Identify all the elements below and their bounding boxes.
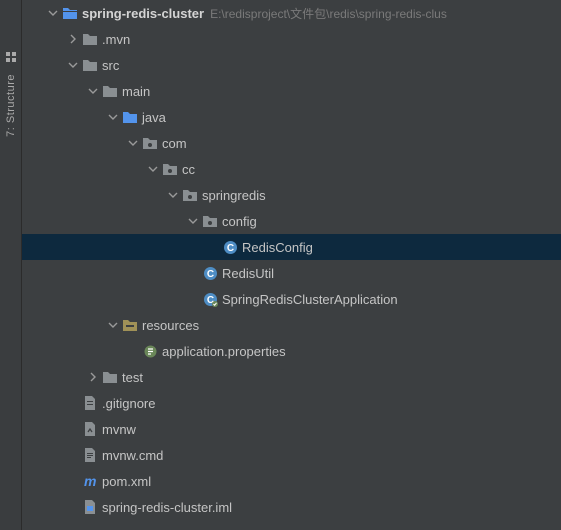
node-label: mvnw.cmd xyxy=(102,448,169,463)
text-file-icon xyxy=(82,447,98,463)
module-file-icon xyxy=(82,499,98,515)
structure-tab-icon[interactable] xyxy=(4,50,18,64)
node-label: RedisUtil xyxy=(222,266,280,281)
tree-row-com[interactable]: com xyxy=(22,130,561,156)
tree-row-test[interactable]: test xyxy=(22,364,561,390)
package-icon xyxy=(202,213,218,229)
chevron-down-icon[interactable] xyxy=(86,84,100,98)
tree-row-cc[interactable]: cc xyxy=(22,156,561,182)
chevron-down-icon[interactable] xyxy=(166,188,180,202)
package-icon xyxy=(182,187,198,203)
node-label: SpringRedisClusterApplication xyxy=(222,292,404,307)
folder-icon xyxy=(102,369,118,385)
java-class-icon: C xyxy=(222,239,238,255)
node-label: main xyxy=(122,84,156,99)
chevron-down-icon[interactable] xyxy=(106,318,120,332)
tree-row-pom[interactable]: m pom.xml xyxy=(22,468,561,494)
tree-row-gitignore[interactable]: .gitignore xyxy=(22,390,561,416)
tree-row-resources[interactable]: resources xyxy=(22,312,561,338)
tree-row-springapp[interactable]: C SpringRedisClusterApplication xyxy=(22,286,561,312)
tree-row-mvnw[interactable]: mvnw xyxy=(22,416,561,442)
node-label: RedisConfig xyxy=(242,240,319,255)
svg-text:C: C xyxy=(226,243,233,254)
folder-icon xyxy=(102,83,118,99)
tree-row-project-root[interactable]: spring-redis-cluster E:\redisproject\文件包… xyxy=(22,0,561,26)
chevron-down-icon[interactable] xyxy=(46,6,60,20)
tree-row-appprops[interactable]: application.properties xyxy=(22,338,561,364)
tree-row-config[interactable]: config xyxy=(22,208,561,234)
node-label: resources xyxy=(142,318,205,333)
structure-tab-label[interactable]: 7: Structure xyxy=(5,74,17,137)
spring-app-icon: C xyxy=(202,291,218,307)
node-label: pom.xml xyxy=(102,474,157,489)
tree-row-mvn[interactable]: .mvn xyxy=(22,26,561,52)
source-folder-icon xyxy=(122,109,138,125)
chevron-right-icon[interactable] xyxy=(66,32,80,46)
tree-row-src[interactable]: src xyxy=(22,52,561,78)
node-label: src xyxy=(102,58,125,73)
folder-icon xyxy=(82,31,98,47)
node-label: java xyxy=(142,110,172,125)
properties-file-icon xyxy=(142,343,158,359)
node-label: test xyxy=(122,370,149,385)
node-label: .gitignore xyxy=(102,396,161,411)
java-class-icon: C xyxy=(202,265,218,281)
project-root-icon xyxy=(62,5,78,21)
chevron-down-icon[interactable] xyxy=(146,162,160,176)
tree-row-mvnwcmd[interactable]: mvnw.cmd xyxy=(22,442,561,468)
node-label: mvnw xyxy=(102,422,142,437)
project-tree[interactable]: spring-redis-cluster E:\redisproject\文件包… xyxy=(22,0,561,530)
project-root-path: E:\redisproject\文件包\redis\spring-redis-c… xyxy=(210,5,447,22)
node-label: application.properties xyxy=(162,344,292,359)
tree-row-redisconfig[interactable]: C RedisConfig xyxy=(22,234,561,260)
svg-text:m: m xyxy=(84,473,96,489)
toolwindow-tab-strip: 7: Structure xyxy=(0,0,22,530)
node-label: springredis xyxy=(202,188,272,203)
project-root-label: spring-redis-cluster xyxy=(82,6,210,21)
tree-row-java[interactable]: java xyxy=(22,104,561,130)
package-icon xyxy=(142,135,158,151)
chevron-down-icon[interactable] xyxy=(126,136,140,150)
tree-row-redisutil[interactable]: C RedisUtil xyxy=(22,260,561,286)
tree-row-iml[interactable]: spring-redis-cluster.iml xyxy=(22,494,561,520)
folder-icon xyxy=(82,57,98,73)
maven-pom-icon: m xyxy=(82,473,98,489)
tree-row-main[interactable]: main xyxy=(22,78,561,104)
gitignore-file-icon xyxy=(82,395,98,411)
package-icon xyxy=(162,161,178,177)
node-label: spring-redis-cluster.iml xyxy=(102,500,238,515)
chevron-down-icon[interactable] xyxy=(66,58,80,72)
script-file-icon xyxy=(82,421,98,437)
chevron-right-icon[interactable] xyxy=(86,370,100,384)
tree-row-springredis[interactable]: springredis xyxy=(22,182,561,208)
node-label: .mvn xyxy=(102,32,136,47)
chevron-down-icon[interactable] xyxy=(186,214,200,228)
node-label: cc xyxy=(182,162,201,177)
node-label: config xyxy=(222,214,263,229)
resources-folder-icon xyxy=(122,317,138,333)
node-label: com xyxy=(162,136,193,151)
chevron-down-icon[interactable] xyxy=(106,110,120,124)
svg-text:C: C xyxy=(206,269,213,280)
